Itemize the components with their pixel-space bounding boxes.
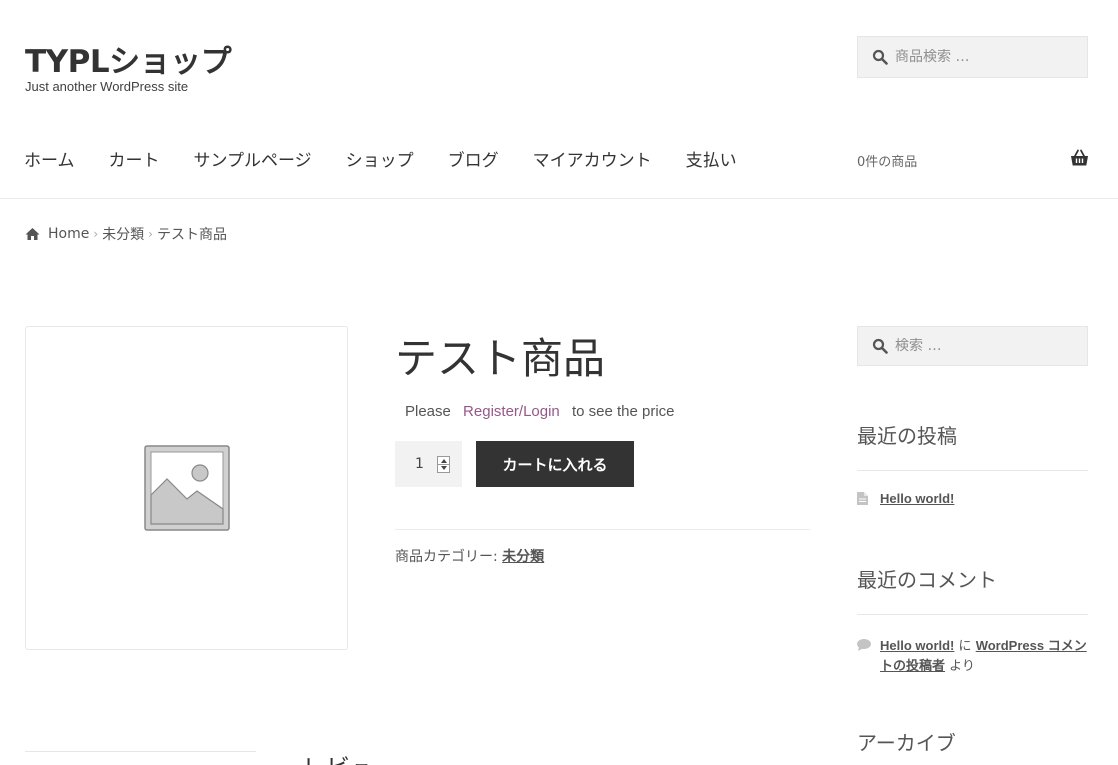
recent-comment-item: Hello world! に WordPress コメントの投稿者 より xyxy=(857,636,1088,676)
widget-divider xyxy=(857,470,1088,471)
breadcrumb-separator-icon: › xyxy=(93,227,99,241)
stepper-up-icon[interactable] xyxy=(441,459,447,463)
comment-joiner: に xyxy=(958,639,972,654)
comment-suffix: より xyxy=(949,659,975,674)
breadcrumb-separator-icon: › xyxy=(148,227,153,241)
reviews-title: レビュー xyxy=(302,748,398,765)
tabs-divider xyxy=(25,751,256,752)
header-divider xyxy=(0,198,1118,199)
breadcrumb: Home › 未分類 › テスト商品 xyxy=(25,224,227,244)
breadcrumb-home[interactable]: Home xyxy=(48,226,89,242)
category-label: 商品カテゴリー: xyxy=(395,549,498,565)
product-category-meta: 商品カテゴリー: 未分類 xyxy=(395,546,544,566)
site-title[interactable]: TYPLショップ xyxy=(25,36,232,81)
register-login-link[interactable]: Register/Login xyxy=(463,403,560,420)
stepper-divider xyxy=(438,464,449,465)
summary-divider xyxy=(395,529,810,530)
price-notice-prefix: Please xyxy=(405,403,451,420)
price-notice-suffix: to see the price xyxy=(571,403,675,420)
nav-item-shop[interactable]: ショップ xyxy=(346,146,414,171)
nav-item-cart[interactable]: カート xyxy=(109,146,160,171)
price-notice: Please Register/Login to see the price xyxy=(405,403,675,420)
nav-item-home[interactable]: ホーム xyxy=(24,146,75,171)
product-search-input[interactable] xyxy=(895,49,1075,65)
image-placeholder-icon xyxy=(143,445,230,531)
search-icon xyxy=(872,49,888,65)
quantity-stepper[interactable] xyxy=(437,456,450,473)
recent-post-item: Hello world! xyxy=(857,491,954,506)
nav-item-checkout[interactable]: 支払い xyxy=(686,146,737,171)
add-to-cart-button[interactable]: カートに入れる xyxy=(476,441,634,487)
quantity-value: 1 xyxy=(415,456,424,472)
comment-post-link[interactable]: Hello world! xyxy=(880,638,954,653)
breadcrumb-category[interactable]: 未分類 xyxy=(102,224,144,244)
archive-title: アーカイブ xyxy=(857,731,956,755)
home-icon xyxy=(25,228,40,240)
quantity-input[interactable]: 1 xyxy=(395,441,462,487)
product-image[interactable] xyxy=(25,326,348,650)
sidebar-search-box[interactable] xyxy=(857,326,1088,366)
document-icon xyxy=(857,492,868,505)
header-cart-count[interactable]: 0件の商品 xyxy=(857,151,917,170)
breadcrumb-current: テスト商品 xyxy=(156,227,227,243)
recent-posts-title: 最近の投稿 xyxy=(857,424,957,448)
nav-item-sample-page[interactable]: サンプルページ xyxy=(194,146,312,171)
primary-navigation: ホーム カート サンプルページ ショップ ブログ マイアカウント 支払い xyxy=(24,146,771,171)
product-title: テスト商品 xyxy=(395,334,606,383)
basket-icon[interactable] xyxy=(1070,149,1089,167)
widget-divider xyxy=(857,614,1088,615)
category-link[interactable]: 未分類 xyxy=(502,549,544,565)
stepper-down-icon[interactable] xyxy=(441,466,447,470)
search-icon xyxy=(872,338,888,354)
site-description: Just another WordPress site xyxy=(25,79,189,94)
nav-item-blog[interactable]: ブログ xyxy=(448,146,499,171)
recent-comments-title: 最近のコメント xyxy=(857,568,997,592)
product-search-box[interactable] xyxy=(857,36,1088,78)
nav-item-my-account[interactable]: マイアカウント xyxy=(533,146,652,171)
recent-comment-text: Hello world! に WordPress コメントの投稿者 より xyxy=(880,636,1088,676)
comment-bubble-icon xyxy=(857,639,871,651)
recent-post-link[interactable]: Hello world! xyxy=(880,491,954,506)
sidebar-search-input[interactable] xyxy=(895,338,1075,354)
